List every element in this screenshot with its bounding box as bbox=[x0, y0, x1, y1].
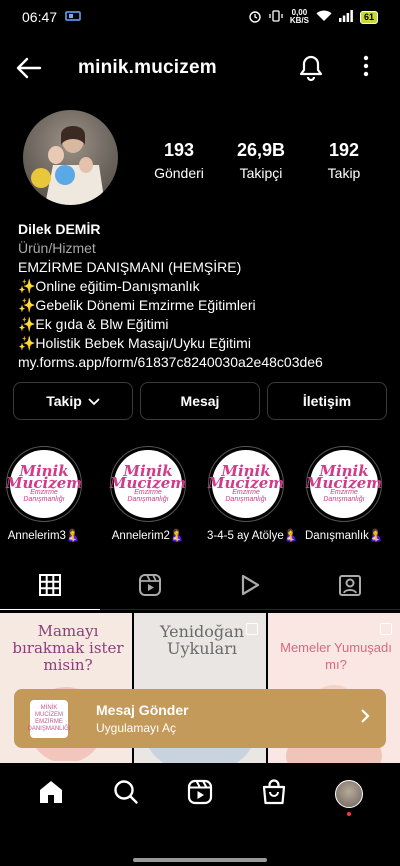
chevron-right-icon bbox=[360, 708, 370, 729]
highlight-label: Annelerim2🤱 bbox=[111, 530, 185, 542]
highlight-cover: Minik Mucizem Emzirme Danışmanlığı bbox=[208, 446, 284, 522]
highlight-logo-sub: Emzirme Danışmanlığı bbox=[127, 489, 169, 503]
stat-followers-label: Takipçi bbox=[239, 165, 283, 181]
signal-icon bbox=[338, 9, 353, 25]
highlight-label: Danışmanlık🤱 bbox=[305, 530, 384, 542]
stat-followers[interactable]: 26,9B Takipçi bbox=[221, 140, 301, 181]
banner-subtitle: Uygulamayı Aç bbox=[96, 721, 177, 735]
stat-posts-label: Gönderi bbox=[154, 165, 204, 181]
chevron-down-icon bbox=[88, 393, 100, 409]
post-caption-text: Yenidoğan Uykuları bbox=[159, 622, 245, 658]
tab-reels[interactable] bbox=[100, 566, 200, 609]
profile-content-tabs bbox=[0, 566, 400, 610]
message-button-label: Mesaj bbox=[180, 393, 220, 409]
status-bar: 06:47 0,00 KB/S 61 bbox=[0, 0, 400, 34]
tab-tagged[interactable] bbox=[300, 566, 400, 609]
shopping-bag-icon bbox=[261, 778, 287, 810]
bottom-navigation bbox=[0, 766, 400, 822]
banner-text: Mesaj Gönder Uygulamayı Aç bbox=[96, 702, 189, 735]
bio-link[interactable]: my.forms.app/form/61837c8240030a2e48c03d… bbox=[18, 353, 388, 372]
profile-avatar[interactable] bbox=[23, 110, 118, 205]
tagged-person-icon bbox=[338, 573, 362, 602]
stat-posts-value: 193 bbox=[163, 140, 195, 160]
reels-icon bbox=[138, 573, 162, 602]
battery-indicator: 61 bbox=[359, 10, 378, 24]
network-speed: 0,00 KB/S bbox=[290, 9, 309, 25]
home-icon bbox=[38, 779, 64, 810]
bio-line: ✨Ek gıda & Blw Eğitimi bbox=[18, 316, 169, 332]
highlight-item[interactable]: Minik Mucizem Emzirme Danışmanlığı 3-4-5… bbox=[207, 446, 299, 542]
stat-followers-value: 26,9B bbox=[236, 140, 286, 160]
tab-videos[interactable] bbox=[200, 566, 300, 609]
highlight-label: Annelerim3🤱 bbox=[7, 530, 81, 542]
highlight-logo-sub: Emzirme Danışmanlığı bbox=[23, 489, 65, 503]
bell-icon[interactable] bbox=[298, 54, 324, 87]
more-options-icon[interactable] bbox=[362, 54, 370, 83]
wifi-icon bbox=[316, 10, 332, 25]
banner-title: Mesaj Gönder bbox=[96, 702, 189, 718]
net-speed-unit: KB/S bbox=[289, 16, 309, 25]
nav-search[interactable] bbox=[101, 769, 151, 819]
post-caption-text: Memeler Yumuşadı mı? bbox=[280, 640, 392, 672]
bio-line: ✨Holistik Bebek Masajı/Uyku Eğitimi bbox=[18, 335, 251, 351]
avatar bbox=[334, 780, 363, 808]
nav-shop[interactable] bbox=[249, 769, 299, 819]
stat-following-value: 192 bbox=[328, 140, 360, 160]
bio-name: Dilek DEMİR bbox=[18, 221, 101, 237]
back-arrow-icon[interactable] bbox=[16, 53, 46, 83]
highlight-cover: Minik Mucizem Emzirme Danışmanlığı bbox=[306, 446, 382, 522]
search-icon bbox=[113, 779, 139, 810]
contact-button[interactable]: İletişim bbox=[267, 382, 387, 420]
tab-posts-grid[interactable] bbox=[0, 566, 100, 610]
profile-actions: Takip Mesaj İletişim bbox=[13, 382, 387, 420]
play-icon bbox=[239, 573, 261, 602]
nav-profile[interactable] bbox=[324, 769, 374, 819]
profile-bio: Dilek DEMİR Ürün/Hizmet EMZİRME DANIŞMAN… bbox=[18, 220, 388, 372]
stat-following[interactable]: 192 Takip bbox=[304, 140, 384, 181]
highlight-logo-mid: Mucizem bbox=[305, 474, 383, 492]
highlight-label: 3-4-5 ay Atölye🤱 bbox=[207, 530, 299, 542]
follow-button[interactable]: Takip bbox=[13, 382, 133, 420]
sim-card-icon bbox=[65, 9, 81, 25]
top-app-bar: minik.mucizem bbox=[0, 46, 400, 90]
clock: 06:47 bbox=[22, 9, 58, 25]
bio-category: Ürün/Hizmet bbox=[18, 240, 96, 256]
grid-icon bbox=[39, 574, 61, 601]
highlight-logo-sub: Emzirme Danışmanlığı bbox=[323, 489, 365, 503]
follow-button-label: Takip bbox=[46, 393, 82, 409]
reels-icon bbox=[187, 779, 213, 810]
multi-post-icon bbox=[246, 623, 258, 635]
contact-button-label: İletişim bbox=[302, 393, 352, 409]
alarm-icon bbox=[248, 9, 262, 26]
nav-reels[interactable] bbox=[175, 769, 225, 819]
highlight-logo-sub: Emzirme Danışmanlığı bbox=[225, 489, 267, 503]
bio-line: ✨Gebelik Dönemi Emzirme Eğitimleri bbox=[18, 297, 256, 313]
profile-header: 193 Gönderi 26,9B Takipçi 192 Takip bbox=[0, 110, 400, 210]
banner-thumbnail: MİNİK MUCİZEM EMZİRME DANIŞMANLIĞI bbox=[28, 699, 71, 738]
profile-username: minik.mucizem bbox=[78, 57, 217, 78]
home-indicator[interactable] bbox=[133, 858, 267, 862]
bio-line: ✨Online eğitim-Danışmanlık bbox=[18, 278, 200, 294]
message-button[interactable]: Mesaj bbox=[140, 382, 260, 420]
highlight-logo-mid: Mucizem bbox=[5, 474, 83, 492]
highlight-logo-mid: Mucizem bbox=[109, 474, 187, 492]
highlight-item[interactable]: Minik Mucizem Emzirme Danışmanlığı Danış… bbox=[305, 446, 383, 542]
multi-post-icon bbox=[380, 623, 392, 635]
story-highlights: Minik Mucizem Emzirme Danışmanlığı Annel… bbox=[0, 446, 400, 546]
highlight-cover: Minik Mucizem Emzirme Danışmanlığı bbox=[6, 446, 82, 522]
highlight-logo-mid: Mucizem bbox=[207, 474, 285, 492]
stat-following-label: Takip bbox=[327, 165, 361, 181]
highlight-item[interactable]: Minik Mucizem Emzirme Danışmanlığı Annel… bbox=[5, 446, 83, 542]
vibrate-icon bbox=[269, 9, 283, 26]
nav-home[interactable] bbox=[26, 769, 76, 819]
highlight-cover: Minik Mucizem Emzirme Danışmanlığı bbox=[110, 446, 186, 522]
stat-posts[interactable]: 193 Gönderi bbox=[139, 140, 219, 181]
bio-line: EMZİRME DANIŞMANI (HEMŞİRE) bbox=[18, 259, 242, 275]
notification-dot bbox=[346, 812, 351, 816]
send-message-banner[interactable]: MİNİK MUCİZEM EMZİRME DANIŞMANLIĞI Mesaj… bbox=[14, 689, 386, 748]
highlight-item[interactable]: Minik Mucizem Emzirme Danışmanlığı Annel… bbox=[109, 446, 187, 542]
